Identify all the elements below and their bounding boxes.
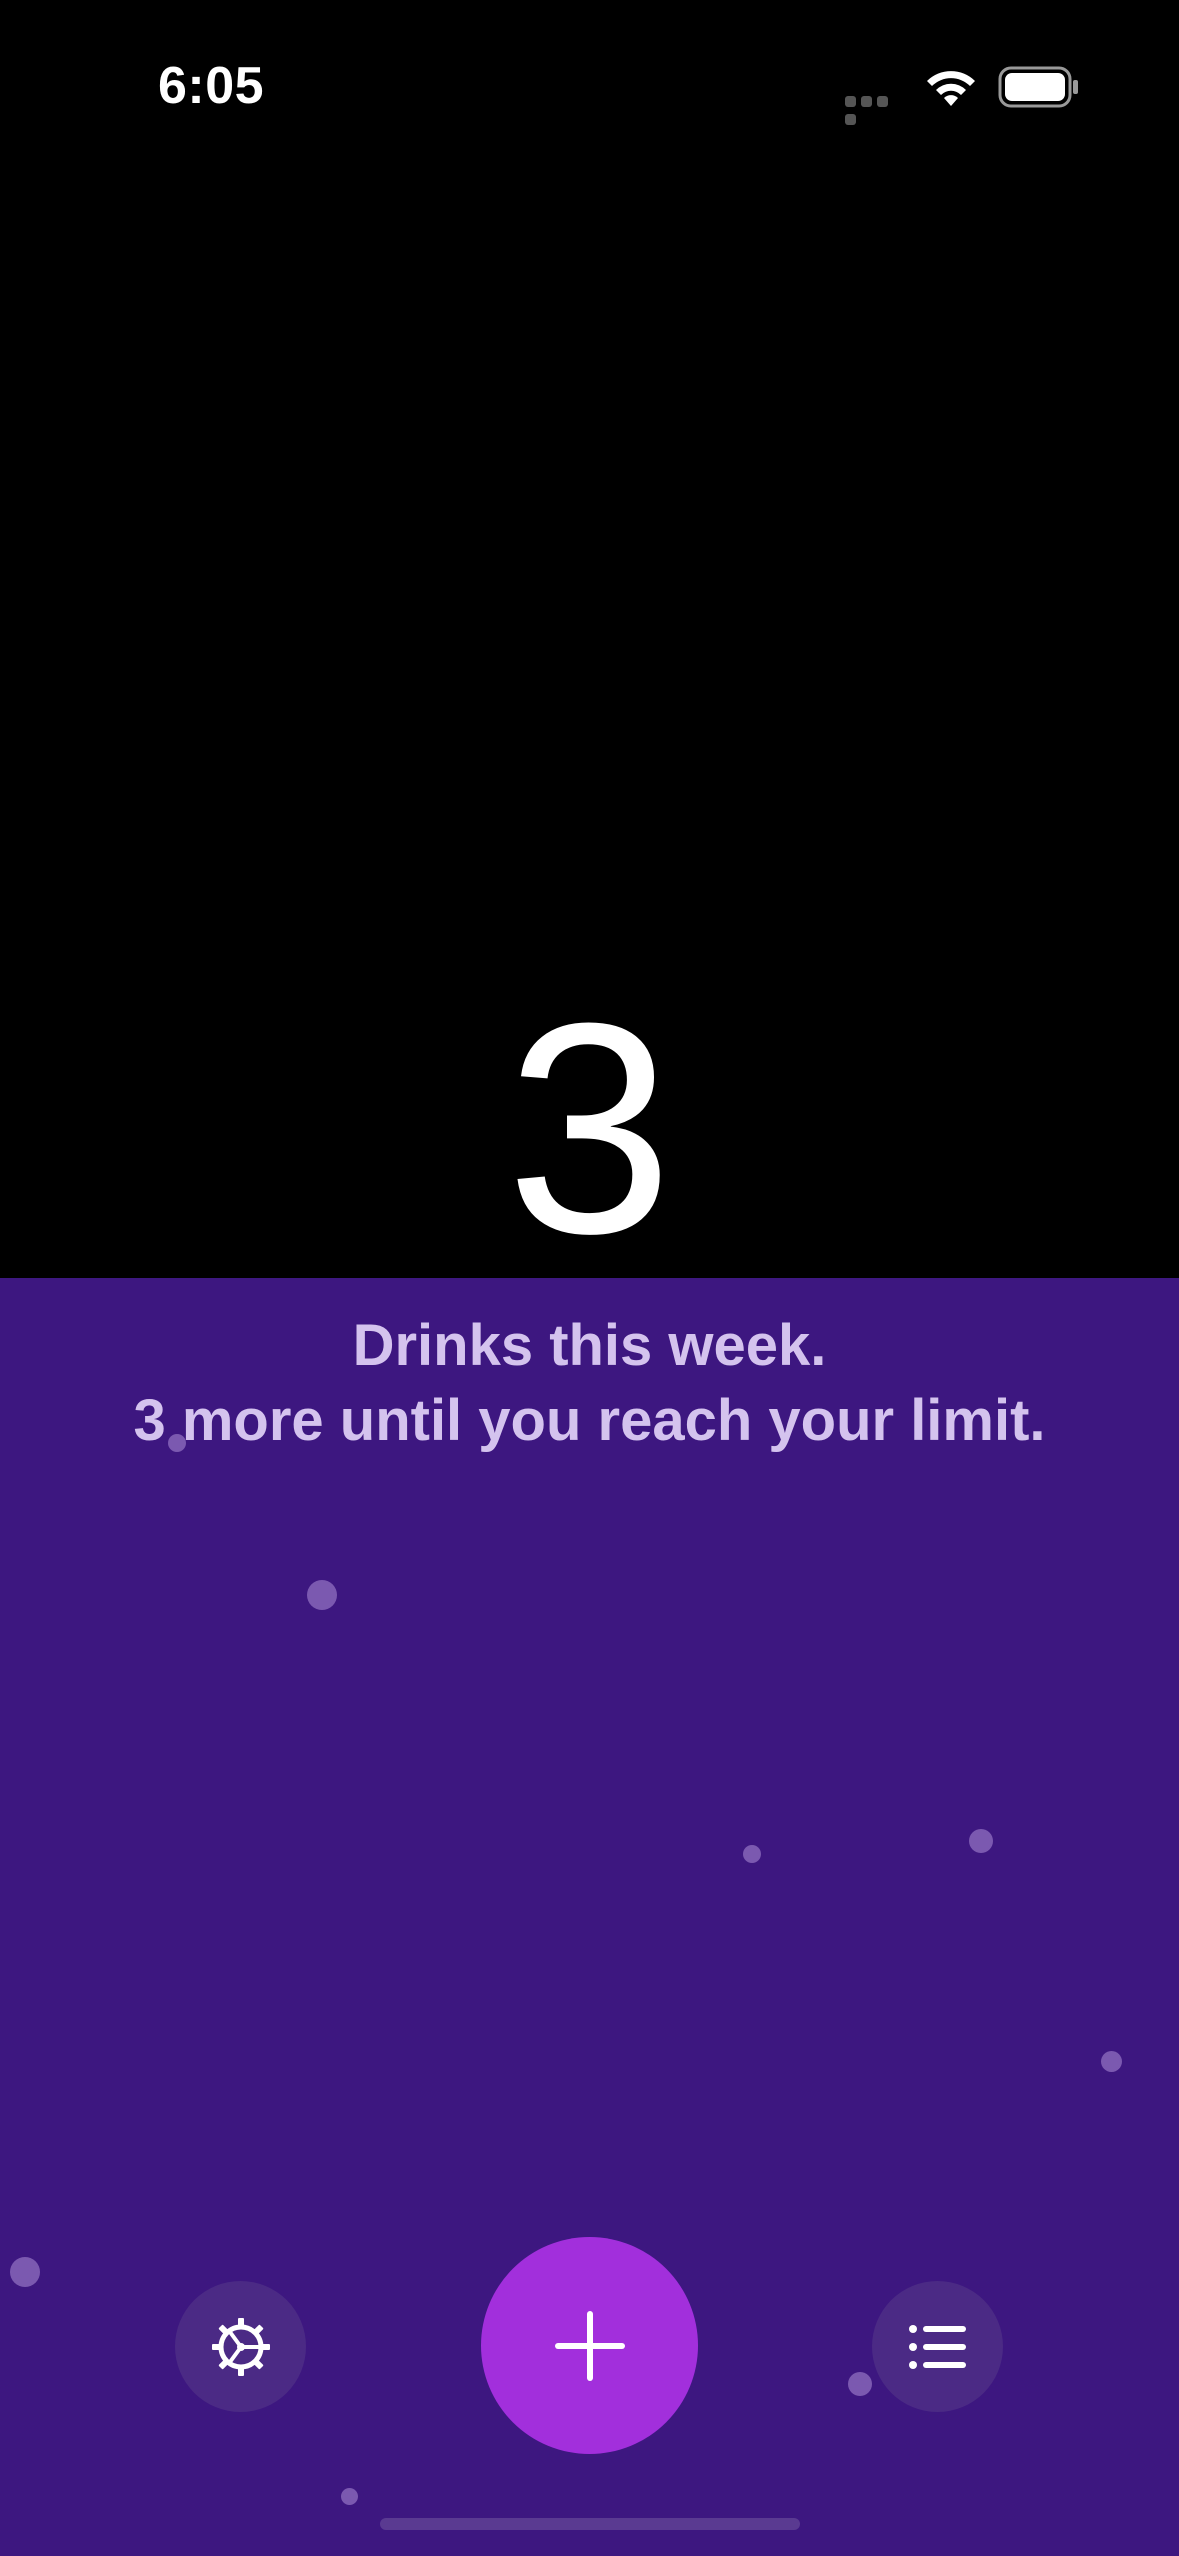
bubble xyxy=(341,2488,358,2505)
bubble xyxy=(743,1845,761,1863)
battery-icon xyxy=(998,66,1078,108)
bubble xyxy=(848,2372,872,2396)
list-icon xyxy=(908,2324,966,2369)
history-list-button[interactable] xyxy=(872,2281,1003,2412)
bubble xyxy=(1101,2051,1122,2072)
plus-icon xyxy=(554,2310,625,2381)
bubble xyxy=(969,1829,993,1853)
add-drink-button[interactable] xyxy=(481,2237,698,2454)
settings-button[interactable] xyxy=(175,2281,306,2412)
wifi-icon xyxy=(927,71,975,106)
message-line-1: Drinks this week. xyxy=(352,1313,827,1378)
status-time: 6:05 xyxy=(158,57,265,115)
drink-count: 3 xyxy=(506,960,673,1296)
home-indicator[interactable] xyxy=(380,2518,800,2530)
bubble xyxy=(10,2257,40,2287)
bubble xyxy=(168,1434,186,1452)
bubble xyxy=(307,1580,337,1610)
signal-icon xyxy=(845,94,905,125)
app-screen: 6:05 3 Drinks this week. 3 more until yo… xyxy=(0,0,1179,2556)
gear-icon xyxy=(211,2317,270,2376)
